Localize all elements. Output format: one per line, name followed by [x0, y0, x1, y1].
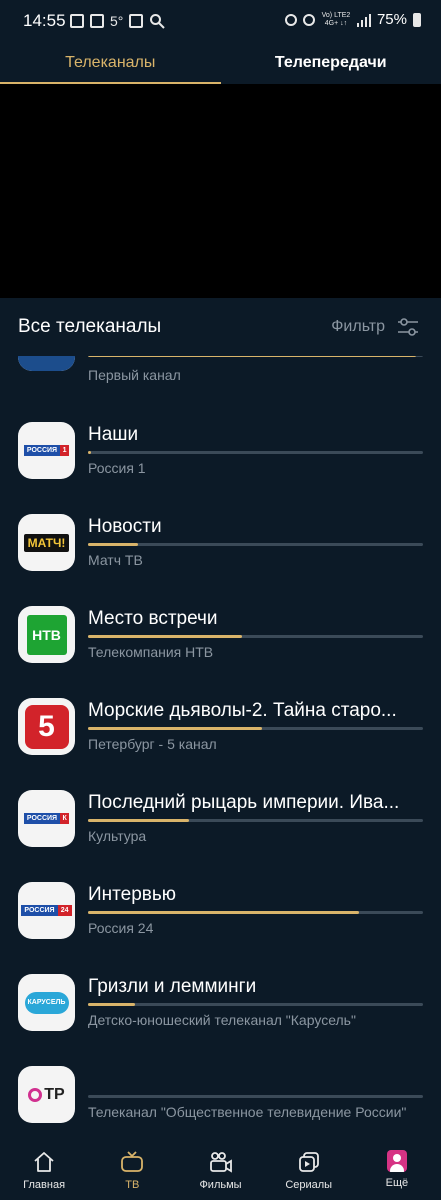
- channels-section-header: Все телеканалы Фильтр: [0, 298, 441, 356]
- 5-kanal-logo: 5: [18, 698, 75, 755]
- channel-item[interactable]: РОССИЯ 1 Наши Россия 1: [0, 410, 441, 502]
- tab-programs[interactable]: Телепередачи: [221, 42, 441, 84]
- channel-name: Петербург - 5 канал: [88, 736, 217, 752]
- program-title: Место встречи: [88, 608, 218, 629]
- rossia-24-logo: РОССИЯ 24: [18, 882, 75, 939]
- progress-bar: [88, 911, 423, 914]
- perviy-kanal-logo: [18, 356, 75, 371]
- nav-more[interactable]: Ещё: [353, 1141, 441, 1200]
- filter-label: Фильтр: [331, 318, 385, 335]
- progress-bar: [88, 819, 423, 822]
- channel-item[interactable]: РОССИЯ К Последний рыцарь империи. Ива...…: [0, 778, 441, 870]
- progress-fill: [88, 911, 360, 914]
- top-tabs: Телеканалы Телепередачи: [0, 42, 441, 84]
- nav-label: ТВ: [125, 1179, 140, 1191]
- progress-bar: [88, 727, 423, 730]
- nav-home[interactable]: Главная: [0, 1141, 88, 1200]
- video-player[interactable]: [0, 84, 441, 298]
- profile-avatar-icon: [386, 1150, 407, 1172]
- rossia-1-logo: РОССИЯ 1: [18, 422, 75, 479]
- ntv-logo: НТВ: [18, 606, 75, 663]
- movie-camera-icon: [209, 1152, 232, 1173]
- battery-percent: 75%: [376, 11, 407, 28]
- status-time: 14:55: [23, 11, 66, 30]
- filter-button[interactable]: Фильтр: [331, 316, 419, 338]
- program-title: Гризли и лемминги: [88, 976, 257, 997]
- channel-list[interactable]: Первый канал РОССИЯ 1 Наши Россия 1 МАТЧ!…: [0, 356, 441, 1141]
- channel-item[interactable]: ТР Телеканал "Общественное телевидение Р…: [0, 1054, 441, 1141]
- channel-name: Телекомпания НТВ: [88, 644, 214, 660]
- nav-label: Главная: [23, 1179, 66, 1191]
- progress-fill: [88, 727, 263, 730]
- progress-fill: [88, 635, 243, 638]
- network-indicator: Vo) LTE2 4G+ ↓↑: [321, 11, 351, 27]
- nav-label: Сериалы: [285, 1179, 333, 1191]
- home-icon: [34, 1152, 54, 1172]
- progress-bar: [88, 543, 423, 546]
- channel-name: Россия 1: [88, 460, 146, 476]
- checkbox-notification-icon: [70, 14, 84, 28]
- channel-item[interactable]: 5 Морские дьяволы-2. Тайна старо... Пете…: [0, 686, 441, 778]
- nav-series[interactable]: Сериалы: [265, 1141, 353, 1200]
- channel-item[interactable]: НТВ Место встречи Телекомпания НТВ: [0, 594, 441, 686]
- status-left-icons: 5°: [70, 12, 166, 30]
- program-title: Морские дьяволы-2. Тайна старо...: [88, 700, 397, 721]
- progress-bar: [88, 1003, 423, 1006]
- battery-icon: [413, 12, 421, 27]
- calendar-notification-icon: [129, 14, 144, 28]
- nav-tv[interactable]: ТВ: [88, 1141, 176, 1200]
- bottom-navigation: Главная ТВ Фильмы Сериалы Ещё: [0, 1141, 441, 1200]
- channel-item[interactable]: РОССИЯ 24 Интервью Россия 24: [0, 870, 441, 962]
- progress-bar: [88, 635, 423, 638]
- program-title: Наши: [88, 424, 139, 445]
- status-temperature: 5°: [110, 13, 124, 29]
- channel-name: Первый канал: [88, 367, 181, 383]
- series-icon: [298, 1152, 319, 1172]
- channel-item[interactable]: Первый канал: [0, 356, 441, 383]
- channel-name: Матч ТВ: [88, 552, 143, 568]
- sync-icon: [284, 13, 297, 26]
- tab-channels[interactable]: Телеканалы: [0, 42, 221, 84]
- search-notification-icon: [150, 14, 166, 29]
- progress-fill: [88, 543, 139, 546]
- channel-name: Россия 24: [88, 920, 154, 936]
- tv-icon: [121, 1151, 144, 1172]
- filter-sliders-icon: [398, 318, 418, 336]
- karusel-logo: КАРУСЕЛЬ: [18, 974, 75, 1031]
- program-title: Последний рыцарь империи. Ива...: [88, 792, 400, 813]
- gallery-notification-icon: [90, 14, 104, 28]
- status-bar: 14:55 5° Vo) LTE2 4G+ ↓↑ 75%: [0, 0, 441, 42]
- progress-bar: [88, 356, 423, 357]
- progress-fill: [88, 451, 92, 454]
- progress-bar: [88, 451, 423, 454]
- rossia-k-logo: РОССИЯ К: [18, 790, 75, 847]
- signal-icon: [356, 13, 371, 27]
- status-right-icons: Vo) LTE2 4G+ ↓↑ 75%: [284, 11, 421, 28]
- otr-logo: ТР: [18, 1066, 75, 1123]
- nav-label: Ещё: [385, 1177, 409, 1189]
- nav-label: Фильмы: [199, 1179, 242, 1191]
- alarm-icon: [302, 13, 315, 26]
- program-title: Интервью: [88, 884, 177, 905]
- nav-movies[interactable]: Фильмы: [176, 1141, 264, 1200]
- channel-name: Детско-юношеский телеканал "Карусель": [88, 1012, 356, 1028]
- channel-name: Телеканал "Общественное телевидение Росс…: [88, 1104, 407, 1120]
- progress-fill: [88, 1003, 135, 1006]
- channel-name: Культура: [88, 828, 147, 844]
- channel-item[interactable]: КАРУСЕЛЬ Гризли и лемминги Детско-юношес…: [0, 962, 441, 1054]
- progress-bar: [88, 1095, 423, 1098]
- program-title: Новости: [88, 516, 162, 537]
- progress-fill: [88, 819, 189, 822]
- match-tv-logo: МАТЧ!: [18, 514, 75, 571]
- section-title: Все телеканалы: [18, 316, 162, 337]
- channel-item[interactable]: МАТЧ! Новости Матч ТВ: [0, 502, 441, 594]
- progress-fill: [88, 356, 417, 357]
